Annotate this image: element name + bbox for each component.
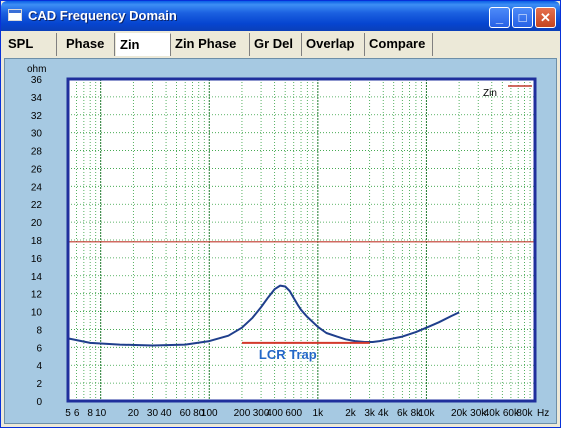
y-tick-label: 26 [31,164,43,175]
y-tick-label: 32 [31,111,43,122]
plot-panel: LCR Trap Zin 0 2 4 6 8 10 12 14 16 18 20 22 24 26 28 30… [4,58,557,424]
x-tick-label: 6k [397,408,409,419]
x-tick-label: 10k [418,408,435,419]
app-window-icon [8,9,22,21]
x-tick-label: 2k [345,408,357,419]
x-tick-label: 20 [128,408,140,419]
x-tick-label: 6 [74,408,80,419]
tab-overlap[interactable]: Overlap [302,33,365,56]
y-tick-label: 24 [31,182,43,193]
x-tick-label: 4k [378,408,390,419]
y-tick-label: 0 [36,397,42,408]
title-bar[interactable]: CAD Frequency Domain _ □ ✕ [1,1,560,31]
x-tick-label: 40 [160,408,172,419]
y-tick-label: 16 [31,254,43,265]
maximize-button[interactable]: □ [512,7,533,28]
y-tick-label: 14 [31,272,43,283]
close-button[interactable]: ✕ [535,7,556,28]
x-tick-label: 400 [266,408,283,419]
x-tick-label: 30 [147,408,159,419]
x-axis-unit: Hz [537,408,549,419]
y-tick-label: 12 [31,290,43,301]
legend-label: Zin [483,88,497,99]
y-tick-label: 2 [36,379,42,390]
y-tick-label: 28 [31,147,43,158]
lcr-trap-label: LCR Trap [259,347,317,362]
x-tick-label: 100 [201,408,218,419]
x-tick-label: 20k [451,408,468,419]
y-tick-label: 18 [31,236,43,247]
x-tick-label: 3k [364,408,376,419]
y-axis-unit: ohm [27,64,46,75]
x-tick-label: 80k [516,408,533,419]
y-tick-label: 20 [31,218,43,229]
x-tick-label: 8 [87,408,93,419]
y-tick-label: 10 [31,308,43,319]
app-window: CAD Frequency Domain _ □ ✕ SPL Phase Zin… [0,0,561,428]
x-tick-label: 200 [234,408,251,419]
y-tick-label: 34 [31,93,43,104]
window-title: CAD Frequency Domain [28,8,177,23]
tab-gr-del[interactable]: Gr Del [250,33,302,56]
y-tick-label: 36 [31,75,43,86]
tab-bar: SPL Phase Zin Zin Phase Gr Del Overlap C… [4,33,556,56]
tab-phase[interactable]: Phase [62,33,115,56]
tab-zin[interactable]: Zin [116,33,171,56]
y-tick-label: 6 [36,343,42,354]
y-axis-ticks: 024681012141618202224262830323436 [31,75,43,408]
tab-zin-phase[interactable]: Zin Phase [171,33,250,56]
tab-spl[interactable]: SPL [4,33,57,56]
x-tick-label: 40k [484,408,501,419]
x-tick-label: 60 [180,408,192,419]
y-tick-label: 22 [31,200,43,211]
y-tick-label: 4 [36,361,42,372]
x-tick-label: 5 [65,408,71,419]
x-tick-label: 1k [313,408,325,419]
x-tick-label: 600 [285,408,302,419]
tab-compare[interactable]: Compare [365,33,433,56]
y-tick-label: 8 [36,325,42,336]
y-tick-label: 30 [31,129,43,140]
x-axis-ticks: 5 6 8 10 20 30 40 60 80100 200 300400 600 1k 2k 3k 4k 6k… [65,408,533,419]
minimize-button[interactable]: _ [489,7,510,28]
impedance-chart: LCR Trap Zin 024681012141618202224262830… [27,64,549,419]
x-tick-label: 10 [95,408,107,419]
